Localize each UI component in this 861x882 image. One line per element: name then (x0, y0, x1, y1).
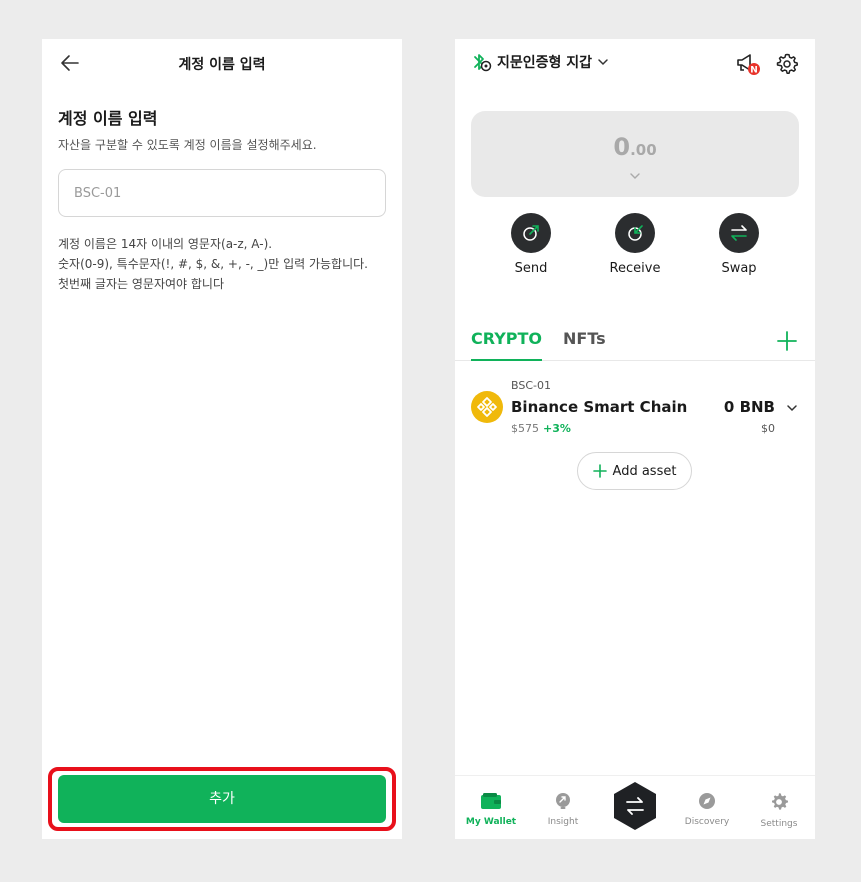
total-balance: 0.00 (613, 133, 657, 161)
chevron-down-icon (630, 173, 640, 179)
top-bar: 계정 이름 입력 (42, 39, 402, 87)
naming-rules: 계정 이름은 14자 이내의 영문자(a-z, A-). 숫자(0-9), 특수… (58, 234, 388, 294)
exchange-icon (614, 782, 656, 830)
add-asset-label: Add asset (612, 463, 677, 479)
account-name-input[interactable] (58, 169, 386, 217)
asset-row-bnb[interactable]: BSC-01 Binance Smart Chain $575 +3% 0 BNB… (471, 377, 799, 437)
bottom-nav: My Wallet Insight Discovery Settings (455, 775, 815, 839)
gear-icon (776, 53, 799, 74)
megaphone-icon: N (737, 54, 760, 76)
insight-icon (556, 793, 570, 809)
receive-icon (615, 213, 655, 253)
add-button[interactable]: 추가 (58, 775, 386, 823)
asset-tabs: CRYPTO NFTs (455, 329, 815, 361)
settings-icon (772, 793, 789, 810)
wallet-selector[interactable]: 지문인증형 지갑 (471, 51, 610, 73)
swap-label: Swap (721, 261, 757, 276)
wallet-screen: 지문인증형 지갑 N 0.00 Send Receive Swap CRYPTO… (455, 39, 815, 839)
announcement-button[interactable]: N (735, 51, 761, 81)
nav-insight[interactable]: Insight (533, 792, 593, 827)
receive-button[interactable]: Receive (595, 213, 675, 276)
add-asset-button[interactable]: Add asset (577, 452, 692, 490)
price-change: +3% (543, 422, 571, 435)
wallet-icon (481, 793, 501, 809)
plus-icon (592, 464, 607, 478)
nav-my-wallet[interactable]: My Wallet (461, 792, 521, 827)
page-title: 계정 이름 입력 (178, 57, 266, 73)
rule-line: 첫번째 글자는 영문자여야 합니다 (58, 277, 225, 291)
tab-crypto[interactable]: CRYPTO (471, 329, 543, 361)
bnb-logo-icon (471, 391, 503, 423)
nav-label: Discovery (684, 817, 730, 827)
account-name-screen: 계정 이름 입력 계정 이름 입력 자산을 구분할 수 있도록 계정 이름을 설… (42, 39, 402, 839)
notification-badge: N (750, 66, 758, 76)
wallet-name: 지문인증형 지갑 (497, 55, 593, 71)
nav-discovery[interactable]: Discovery (677, 792, 737, 827)
swap-icon (719, 213, 759, 253)
nav-label: Insight (547, 817, 579, 827)
nav-settings[interactable]: Settings (749, 792, 809, 829)
nav-label: Settings (760, 819, 798, 829)
receive-label: Receive (609, 261, 661, 276)
send-icon (511, 213, 551, 253)
chain-name: Binance Smart Chain (511, 398, 688, 416)
section-description: 자산을 구분할 수 있도록 계정 이름을 설정해주세요. (58, 138, 317, 152)
nav-label: My Wallet (465, 817, 517, 827)
compass-icon (699, 793, 715, 809)
settings-button[interactable] (775, 52, 799, 80)
swap-button[interactable]: Swap (699, 213, 779, 276)
token-amount: 0 BNB (723, 398, 775, 416)
account-label: BSC-01 (511, 379, 551, 392)
tab-nfts[interactable]: NFTs (563, 329, 606, 361)
section-heading: 계정 이름 입력 (58, 109, 158, 128)
rule-line: 계정 이름은 14자 이내의 영문자(a-z, A-). (58, 237, 273, 251)
chevron-down-icon[interactable] (785, 401, 799, 415)
wallet-header: 지문인증형 지갑 N (455, 39, 815, 89)
add-icon[interactable] (775, 329, 799, 353)
send-button[interactable]: Send (491, 213, 571, 276)
fiat-value: $0 (761, 422, 775, 435)
balance-card[interactable]: 0.00 (471, 111, 799, 197)
chevron-down-icon (598, 59, 608, 66)
swap-center-button[interactable] (609, 780, 661, 832)
token-price: $575 +3% (511, 422, 571, 435)
send-label: Send (514, 261, 548, 276)
rule-line: 숫자(0-9), 특수문자(!, #, $, &, +, -, _)만 입력 가… (58, 257, 368, 271)
bluetooth-wallet-icon (474, 54, 492, 72)
